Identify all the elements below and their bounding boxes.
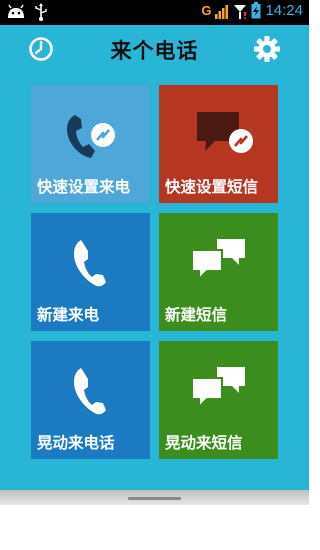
- battery-charging-icon: [251, 2, 261, 19]
- chat-bubbles-icon: [191, 367, 245, 410]
- tile-label: 新建来电: [37, 306, 100, 324]
- gear-icon: [254, 36, 280, 62]
- tile-label: 新建短信: [165, 306, 228, 324]
- usb-icon: [35, 3, 47, 21]
- tile-quick-sms-setup[interactable]: 快速设置短信: [159, 85, 278, 203]
- chat-bubbles-icon: [191, 239, 245, 282]
- app-main: 来个电话 快速设置来电 快速设置短信 新建来电 新建短信 晃动来电话 晃动来短信: [0, 25, 309, 505]
- tile-new-sms[interactable]: 新建短信: [159, 213, 278, 331]
- phone-icon: [73, 368, 106, 415]
- quick-call-icon: [67, 115, 115, 158]
- tile-new-call[interactable]: 新建来电: [31, 213, 150, 331]
- status-bar: G 14:24: [0, 0, 309, 25]
- tile-label: 晃动来短信: [165, 434, 243, 452]
- no-sim-signal-icon: [234, 4, 247, 19]
- bottom-handle: [128, 497, 181, 500]
- tile-label: 快速设置来电: [37, 178, 131, 196]
- tile-shake-call[interactable]: 晃动来电话: [31, 341, 150, 459]
- clock-time: 14:24: [265, 2, 303, 19]
- settings-button[interactable]: [253, 35, 281, 63]
- tile-quick-call-setup[interactable]: 快速设置来电: [31, 85, 150, 203]
- signal-icon: [215, 4, 229, 19]
- network-type: G: [201, 3, 212, 18]
- tile-shake-sms[interactable]: 晃动来短信: [159, 341, 278, 459]
- tile-label: 快速设置短信: [165, 178, 259, 196]
- phone-icon: [73, 240, 106, 287]
- quick-sms-icon: [197, 112, 253, 153]
- tile-label: 晃动来电话: [37, 434, 115, 452]
- android-icon: [8, 4, 24, 18]
